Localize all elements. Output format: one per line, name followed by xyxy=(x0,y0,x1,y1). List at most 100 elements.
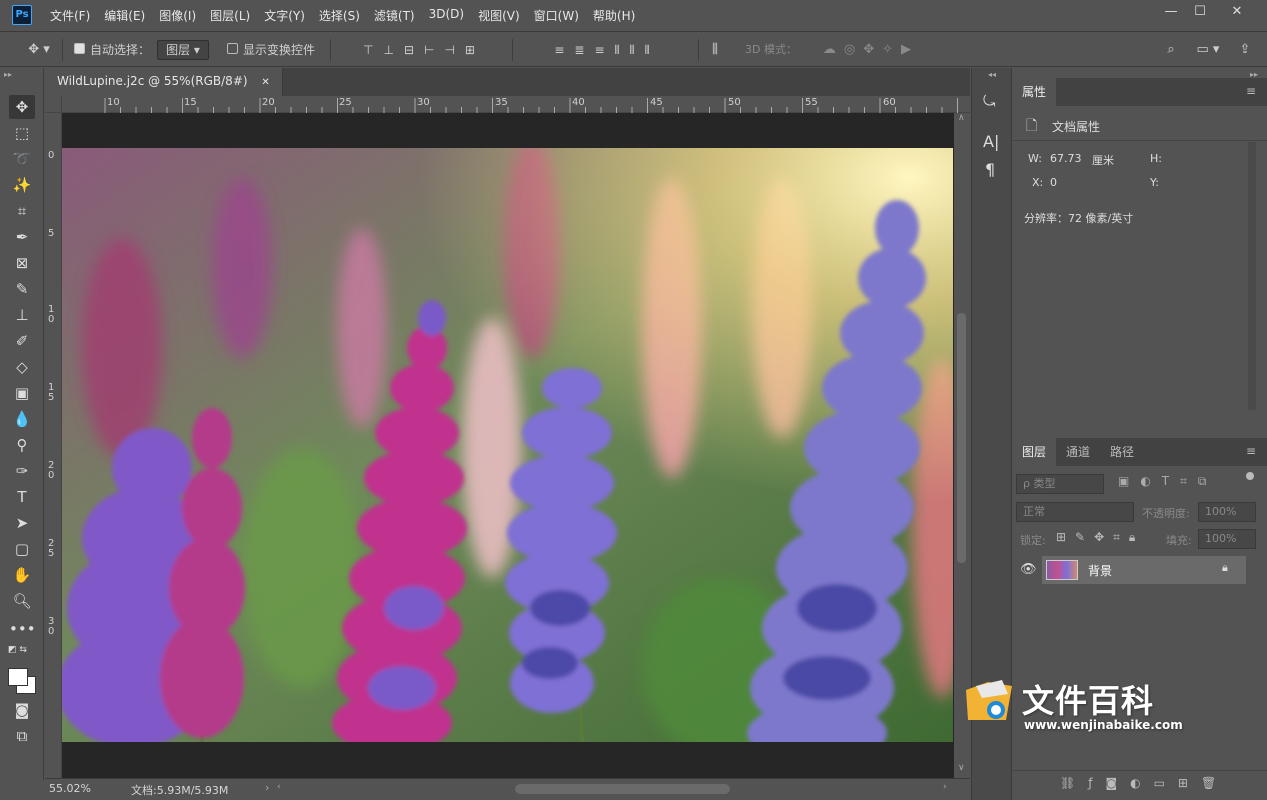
scroll-left-icon[interactable]: ‹ xyxy=(277,782,281,792)
quick-mask-icon[interactable]: ◙ xyxy=(9,698,35,722)
layer-row[interactable]: 背景 🔒︎ xyxy=(1042,556,1246,584)
share-icon[interactable]: ⇪ xyxy=(1236,41,1254,59)
close-tab-icon[interactable]: ✕ xyxy=(261,77,269,88)
auto-select-checkbox[interactable] xyxy=(74,42,85,60)
path-select-tool-icon[interactable]: ➤ xyxy=(9,511,35,535)
hand-tool-icon[interactable]: ✋ xyxy=(9,563,35,587)
show-transform-checkbox[interactable] xyxy=(227,42,238,60)
tab-layers[interactable]: 图层 xyxy=(1012,438,1057,466)
minimize-icon[interactable]: — xyxy=(1157,2,1185,24)
tab-properties[interactable]: 属性 xyxy=(1012,78,1057,106)
scroll-down-icon[interactable]: ∨ xyxy=(958,763,965,773)
distribute-icons-group[interactable]: ≡≣≡⫴⫴⫴ xyxy=(522,41,692,59)
foreground-color-swatch[interactable] xyxy=(8,668,28,686)
stamp-tool-icon[interactable]: ⊥ xyxy=(9,303,35,327)
history-brush-tool-icon[interactable]: ✐ xyxy=(9,329,35,353)
character-panel-icon[interactable]: A| xyxy=(983,132,999,151)
ruler-origin[interactable] xyxy=(45,96,62,113)
menu-bar: Ps 文件(F) 编辑(E) 图像(I) 图层(L) 文字(Y) 选择(S) 滤… xyxy=(0,0,1267,32)
search-icon[interactable]: ⌕ xyxy=(1162,41,1180,59)
layer-actions-bar[interactable]: ⛓ƒ◙◐▭⊞🗑︎ xyxy=(1060,776,1229,790)
ruler-label: 45 xyxy=(650,97,663,108)
horizontal-scroll-thumb[interactable] xyxy=(515,784,730,794)
zoom-level[interactable]: 55.02% xyxy=(49,782,91,795)
document-tab[interactable]: WildLupine.j2c @ 55%(RGB/8#) ✕ xyxy=(45,68,283,96)
move-tool-icon[interactable]: ✥ xyxy=(9,95,35,119)
menu-window[interactable]: 窗口(W) xyxy=(527,7,586,24)
workspace-icon[interactable]: ▭ ▾ xyxy=(1190,41,1226,59)
width-value[interactable]: 67.73 xyxy=(1050,152,1082,165)
menu-select[interactable]: 选择(S) xyxy=(312,7,367,24)
scroll-up-icon[interactable]: ∧ xyxy=(958,113,965,123)
gradient-tool-icon[interactable]: ▣ xyxy=(9,381,35,405)
collapse-tools-icon[interactable]: ▸▸ xyxy=(4,70,12,79)
dodge-tool-icon[interactable]: ⚲ xyxy=(9,433,35,457)
eyedropper-tool-icon[interactable]: ✒ xyxy=(9,225,35,249)
default-colors-icon[interactable]: ◩ ⇆ xyxy=(8,645,27,655)
status-bar: 55.02% 文档:5.93M/5.93M › ‹ › xyxy=(45,778,970,800)
filter-toggle-icon[interactable] xyxy=(1246,472,1254,480)
marquee-tool-icon[interactable]: ⬚ xyxy=(9,121,35,145)
close-window-icon[interactable]: ✕ xyxy=(1223,2,1251,24)
expand-panels-icon[interactable]: ◂◂ xyxy=(988,70,996,79)
type-tool-icon[interactable]: T xyxy=(9,485,35,509)
blend-mode-dropdown[interactable]: 正常 xyxy=(1016,502,1134,522)
fill-input[interactable]: 100% xyxy=(1198,529,1256,549)
menu-view[interactable]: 视图(V) xyxy=(471,7,527,24)
tab-paths[interactable]: 路径 xyxy=(1100,438,1144,466)
tab-channels[interactable]: 通道 xyxy=(1056,438,1100,466)
align-icons-group[interactable]: ⊤⊥⊟⊢⊣⊞ xyxy=(344,41,504,59)
menu-layer[interactable]: 图层(L) xyxy=(203,7,257,24)
properties-scrollbar[interactable] xyxy=(1248,142,1256,410)
fill-label: 填充: xyxy=(1166,534,1192,547)
menu-file[interactable]: 文件(F) xyxy=(43,7,97,24)
status-menu-chevron-icon[interactable]: › xyxy=(265,781,269,794)
x-value[interactable]: 0 xyxy=(1050,176,1057,189)
opacity-input[interactable]: 100% xyxy=(1198,502,1256,522)
3d-mode-icons[interactable]: ☁◎✥✧▶ xyxy=(806,41,936,59)
layer-filter-icons[interactable]: ▣◐T⌗⧉ xyxy=(1118,474,1217,489)
brush-tool-icon[interactable]: ✎ xyxy=(9,277,35,301)
paragraph-panel-icon[interactable]: ¶ xyxy=(985,160,995,179)
menu-help[interactable]: 帮助(H) xyxy=(586,7,642,24)
eraser-tool-icon[interactable]: ◇ xyxy=(9,355,35,379)
auto-align-icon[interactable]: ⫼ xyxy=(708,41,722,59)
scroll-right-icon[interactable]: › xyxy=(943,782,947,792)
lock-label: 锁定: xyxy=(1020,534,1046,547)
menu-edit[interactable]: 编辑(E) xyxy=(97,7,152,24)
menu-image[interactable]: 图像(I) xyxy=(152,7,203,24)
more-tools-icon[interactable]: ••• xyxy=(9,617,36,641)
lupine-photo[interactable] xyxy=(62,148,953,742)
layer-name[interactable]: 背景 xyxy=(1088,562,1112,579)
crop-tool-icon[interactable]: ⌗ xyxy=(9,199,35,223)
lock-icons[interactable]: ⊞✎✥⌗🔒︎ xyxy=(1056,530,1144,545)
zoom-tool-icon[interactable]: 🔍︎ xyxy=(9,589,35,613)
menu-filter[interactable]: 滤镜(T) xyxy=(367,7,422,24)
menu-3d[interactable]: 3D(D) xyxy=(422,7,471,24)
divider xyxy=(62,39,63,61)
screen-mode-icon[interactable]: ⧉ xyxy=(9,724,35,748)
shape-tool-icon[interactable]: ▢ xyxy=(9,537,35,561)
main-menu: 文件(F) 编辑(E) 图像(I) 图层(L) 文字(Y) 选择(S) 滤镜(T… xyxy=(43,7,642,24)
vertical-scroll-thumb[interactable] xyxy=(957,313,966,563)
menu-type[interactable]: 文字(Y) xyxy=(257,7,312,24)
layer-visibility-eye-icon[interactable]: 👁︎ xyxy=(1020,562,1037,577)
pen-tool-icon[interactable]: ✑ xyxy=(9,459,35,483)
frame-tool-icon[interactable]: ⊠ xyxy=(9,251,35,275)
divider xyxy=(1012,140,1267,141)
maximize-icon[interactable]: ☐ xyxy=(1186,2,1214,24)
auto-select-dropdown[interactable]: 图层 ▾ xyxy=(157,40,209,60)
width-label: W: xyxy=(1028,152,1042,165)
layer-filter-dropdown[interactable]: ρ 类型 xyxy=(1016,474,1104,494)
document-size: 文档:5.93M/5.93M xyxy=(131,784,229,797)
history-panel-icon[interactable]: ⤿ xyxy=(983,92,996,110)
divider xyxy=(512,39,513,61)
resolution-text: 分辨率：72 像素/英寸 xyxy=(1024,212,1134,225)
panel-menu-icon[interactable]: ≡ xyxy=(1246,84,1256,98)
blur-tool-icon[interactable]: 💧 xyxy=(9,407,35,431)
quick-select-tool-icon[interactable]: ✨ xyxy=(9,173,35,197)
horizontal-scrollbar[interactable]: ‹ › xyxy=(275,779,955,800)
layers-panel-menu-icon[interactable]: ≡ xyxy=(1246,444,1256,458)
lasso-tool-icon[interactable]: ➰ xyxy=(9,147,35,171)
move-tool-preset-icon[interactable]: ✥ ▾ xyxy=(24,41,54,59)
